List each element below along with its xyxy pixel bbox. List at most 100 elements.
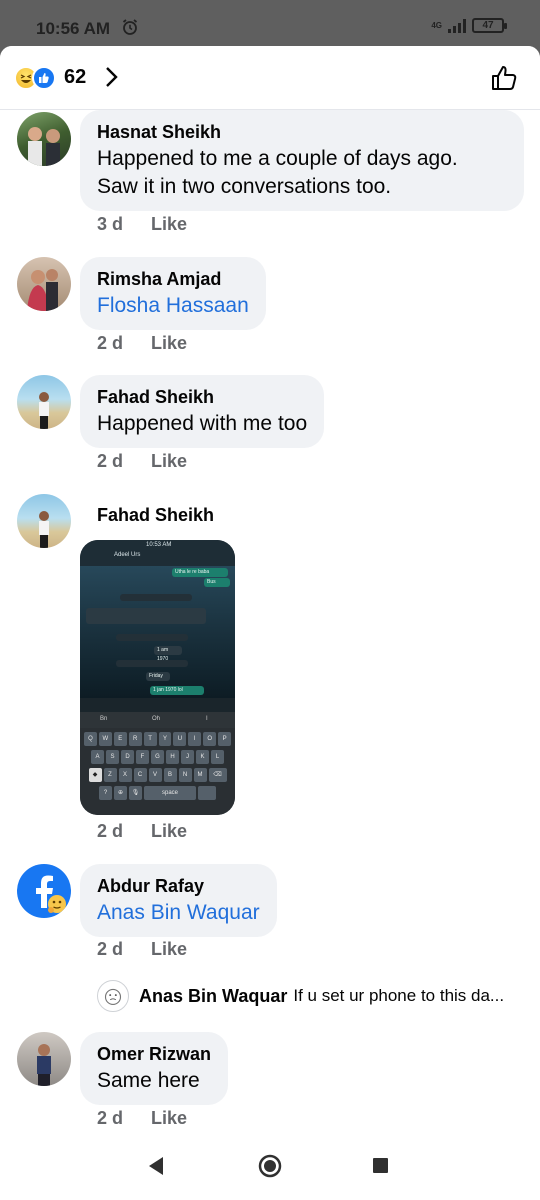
comment-meta: 3 d Like [97, 214, 187, 235]
key: Y [158, 732, 172, 746]
key: O [203, 732, 217, 746]
key: P [218, 732, 232, 746]
attachment-chat-area: Utha le re baba Bus 1 am 1970 Friday 1 j… [80, 566, 235, 698]
key: R [128, 732, 142, 746]
network-label: 4G [431, 21, 442, 30]
attachment-message: 1 am 1970 [154, 646, 182, 662]
comment-bubble[interactable]: Abdur Rafay Anas Bin Waquar [80, 864, 277, 937]
attachment-voice-note [86, 608, 206, 624]
chevron-right-icon[interactable] [103, 65, 121, 89]
keyboard-row: ASDFGHJKL [84, 750, 231, 764]
key: L [211, 750, 224, 764]
key: J [181, 750, 194, 764]
battery-icon: 47 [472, 18, 507, 33]
like-action[interactable]: Like [151, 939, 187, 960]
comment-time: 2 d [97, 451, 124, 471]
key: V [148, 768, 162, 782]
comment-bubble[interactable]: Fahad Sheikh Happened with me too [80, 375, 325, 448]
key: H [166, 750, 179, 764]
comment-bubble[interactable]: Rimsha Amjad Flosha Hassaan [80, 257, 266, 330]
reply-avatar[interactable] [97, 980, 129, 1012]
avatar[interactable] [17, 375, 71, 429]
avatar[interactable] [17, 1032, 71, 1086]
keyboard-row: QWERTYUIOP [83, 732, 232, 746]
avatar[interactable] [17, 112, 71, 166]
key: B [163, 768, 177, 782]
key: T [143, 732, 157, 746]
comment-bubble[interactable]: Hasnat Sheikh Happened to me a couple of… [80, 110, 524, 211]
comment-author[interactable]: Hasnat Sheikh [97, 119, 507, 145]
comment-meta: 2 d Like [97, 451, 187, 472]
key: X [118, 768, 132, 782]
key: A [91, 750, 104, 764]
comment-time: 2 d [97, 939, 124, 959]
key: 🎙 [129, 786, 142, 800]
alarm-icon [122, 19, 138, 35]
comment-time: 2 d [97, 1108, 124, 1128]
comments-sheet: 62 Hasnat Sheikh Happened to me a couple… [0, 46, 540, 1134]
comment-time: 2 d [97, 333, 124, 353]
attachment-keyboard: QWERTYUIOP ASDFGHJKL ◆ Z X C V B N M ⌫ ? ⊕ 🎙 space [80, 728, 235, 815]
back-icon[interactable] [147, 1156, 165, 1176]
key: W [98, 732, 112, 746]
attachment-suggestions: Bn Oh I [80, 712, 235, 728]
status-indicators: 4G 47 [431, 18, 507, 33]
facebook-logo-icon [36, 875, 66, 913]
mention-link[interactable]: Flosha Hassaan [97, 292, 249, 320]
like-icon [32, 66, 56, 90]
like-action[interactable]: Like [151, 214, 187, 235]
avatar[interactable] [17, 494, 71, 548]
comment-author[interactable]: Fahad Sheikh [97, 502, 214, 528]
avatar[interactable] [17, 864, 71, 918]
comment-time: 3 d [97, 214, 124, 234]
screenshot-attachment[interactable]: Adeel Urs 10:53 AM Utha le re baba Bus 1… [80, 540, 235, 815]
like-action[interactable]: Like [151, 451, 187, 472]
key: F [136, 750, 149, 764]
home-icon[interactable] [258, 1154, 282, 1178]
thumbs-up-icon[interactable] [490, 64, 518, 92]
key: G [151, 750, 164, 764]
key: space [144, 786, 196, 800]
comment-meta: 2 d Like [97, 821, 187, 842]
like-action[interactable]: Like [151, 333, 187, 354]
avatar[interactable] [17, 257, 71, 311]
comment-author[interactable]: Rimsha Amjad [97, 266, 249, 292]
reaction-icons[interactable] [14, 66, 62, 90]
like-action[interactable]: Like [151, 821, 187, 842]
key: D [121, 750, 134, 764]
key [198, 786, 216, 800]
key: C [133, 768, 147, 782]
comment-time: 2 d [97, 821, 124, 841]
key: ⊕ [114, 786, 127, 800]
attachment-message: 1 jan 1970 lol [150, 686, 204, 695]
mention-link[interactable]: Anas Bin Waquar [97, 899, 260, 927]
attachment-call [120, 594, 192, 601]
reaction-count[interactable]: 62 [64, 66, 86, 89]
attachment-message: Utha le re baba [172, 568, 228, 577]
comment-meta: 2 d Like [97, 1108, 187, 1129]
comment-author[interactable]: Fahad Sheikh [97, 384, 307, 410]
reply-preview[interactable]: Anas Bin Waquar If u set ur phone to thi… [97, 980, 527, 1012]
comment-author[interactable]: Omer Rizwan [97, 1041, 211, 1067]
system-navigation-bar [0, 1134, 540, 1200]
comment-meta: 2 d Like [97, 333, 187, 354]
attachment-call [116, 660, 188, 667]
attachment-time: 10:53 AM [146, 542, 172, 548]
comment-text: Same here [97, 1069, 200, 1092]
reactions-header: 62 [0, 46, 540, 110]
battery-level: 47 [482, 20, 494, 31]
recent-apps-icon[interactable] [373, 1158, 388, 1173]
comment-bubble: Fahad Sheikh [80, 493, 231, 528]
attachment-chat-title: Adeel Urs [114, 552, 141, 558]
key: Q [83, 732, 97, 746]
like-action[interactable]: Like [151, 1108, 187, 1129]
comment-bubble[interactable]: Omer Rizwan Same here [80, 1032, 229, 1105]
attachment-message: Bus [204, 578, 230, 587]
key: E [113, 732, 127, 746]
comment-author[interactable]: Abdur Rafay [97, 873, 260, 899]
reply-author[interactable]: Anas Bin Waquar [139, 986, 287, 1007]
comment-text: Saw it in two conversations too. [97, 175, 392, 198]
keyboard-row: ◆ Z X C V B N M ⌫ [84, 768, 231, 782]
attachment-input-bar [80, 698, 235, 712]
key: ? [99, 786, 112, 800]
